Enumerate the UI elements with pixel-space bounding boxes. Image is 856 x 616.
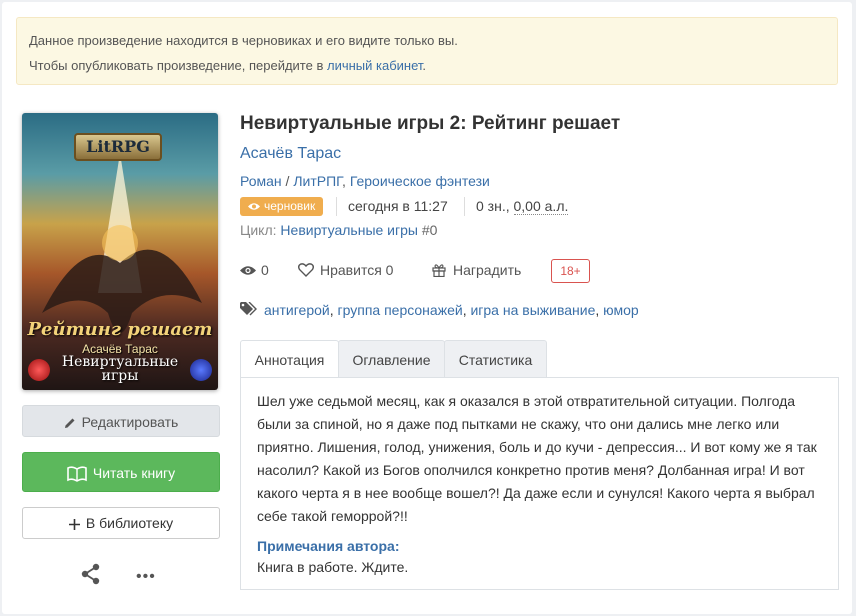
heart-icon [298,263,314,277]
author-notes-heading: Примечания автора: [257,538,400,554]
reward-label: Наградить [453,262,522,278]
book-cover[interactable]: LitRPG Рейтинг решает Асачёв Тарас Невир… [22,113,218,390]
genre-link[interactable]: Героическое фэнтези [350,173,490,189]
book-title: Невиртуальные игры 2: Рейтинг решает [240,113,621,134]
add-to-library-button[interactable]: В библиотеку [22,507,220,539]
cover-series: Невиртуальные игры [22,355,218,383]
genre-separator: / [281,173,294,189]
eye-icon [240,266,256,275]
cycle-number: #0 [421,222,438,238]
views-count: 0 [261,262,269,278]
cover-series-line-2: игры [101,368,139,384]
tag-separator: , [595,302,604,318]
tab-contents[interactable]: Оглавление [338,340,445,378]
reward-button[interactable]: Наградить [432,262,521,278]
notice-text: Чтобы опубликовать произведение, перейди… [29,58,327,73]
tab-statistics[interactable]: Статистика [444,340,547,378]
cabinet-link[interactable]: личный кабинет [327,58,422,73]
edit-button[interactable]: Редактировать [22,405,220,437]
cover-title: Рейтинг решает [27,319,213,340]
draft-badge: черновик [240,197,324,216]
annotation-panel: Шел уже седьмой месяц, как я оказался в … [240,377,839,590]
draft-badge-label: черновик [264,199,316,213]
add-to-library-label: В библиотеку [85,515,174,531]
genres: Роман / ЛитРПГ, Героическое фэнтези [240,173,490,189]
edit-button-label: Редактировать [81,414,179,430]
gift-icon [432,264,446,278]
tag-link[interactable]: юмор [603,302,639,318]
read-book-label: Читать книгу [92,465,176,481]
notice-line-1: Данное произведение находится в черновик… [29,33,458,48]
update-date: сегодня в 11:27 [348,198,448,214]
cycle-label: Цикл: [240,222,277,238]
plus-icon [68,518,80,530]
like-button[interactable]: Нравится 0 [298,262,393,278]
cover-badge: LitRPG [74,133,162,161]
genre-link[interactable]: ЛитРПГ [293,173,342,189]
cycle-link[interactable]: Невиртуальные игры [280,222,418,238]
tag-link[interactable]: антигерой [264,302,330,318]
cycle-info: Цикл: Невиртуальные игры #0 [240,222,437,238]
divider [336,197,337,216]
cover-blue-orb [190,359,212,381]
pencil-icon [64,418,75,429]
genre-separator: , [342,173,350,189]
tag-icon [240,301,257,316]
more-options-icon[interactable]: ••• [136,568,156,586]
age-rating-badge: 18+ [551,259,590,283]
tag-link[interactable]: группа персонажей [338,302,463,318]
eye-icon [248,203,260,210]
like-label: Нравится [320,262,382,278]
tab-annotation[interactable]: Аннотация [240,340,339,379]
notice-period: . [422,58,427,73]
author-link[interactable]: Асачёв Тарас [240,145,341,163]
genre-link[interactable]: Роман [240,173,282,189]
annotation-text: Шел уже седьмой месяц, как я оказался в … [257,393,817,524]
cover-red-orb [28,359,50,381]
book-size-chars: 0 зн., [476,198,514,214]
share-icon[interactable] [80,563,102,585]
tag-link[interactable]: игра на выживание [470,302,595,318]
tag-separator: , [329,302,338,318]
author-notes-text: Книга в работе. Ждите. [257,559,409,575]
notice-line-2: Чтобы опубликовать произведение, перейди… [29,58,426,73]
likes-count: 0 [385,262,394,278]
draft-notice: Данное произведение находится в черновик… [16,17,838,85]
book-size: 0 зн., 0,00 а.л. [476,198,569,215]
views-counter: 0 [240,262,269,278]
tags: антигерой, группа персонажей, игра на вы… [240,301,639,318]
book-icon [67,466,87,483]
book-size-value: 0,00 а.л. [513,198,569,215]
read-book-button[interactable]: Читать книгу [22,452,220,492]
divider [464,197,465,216]
